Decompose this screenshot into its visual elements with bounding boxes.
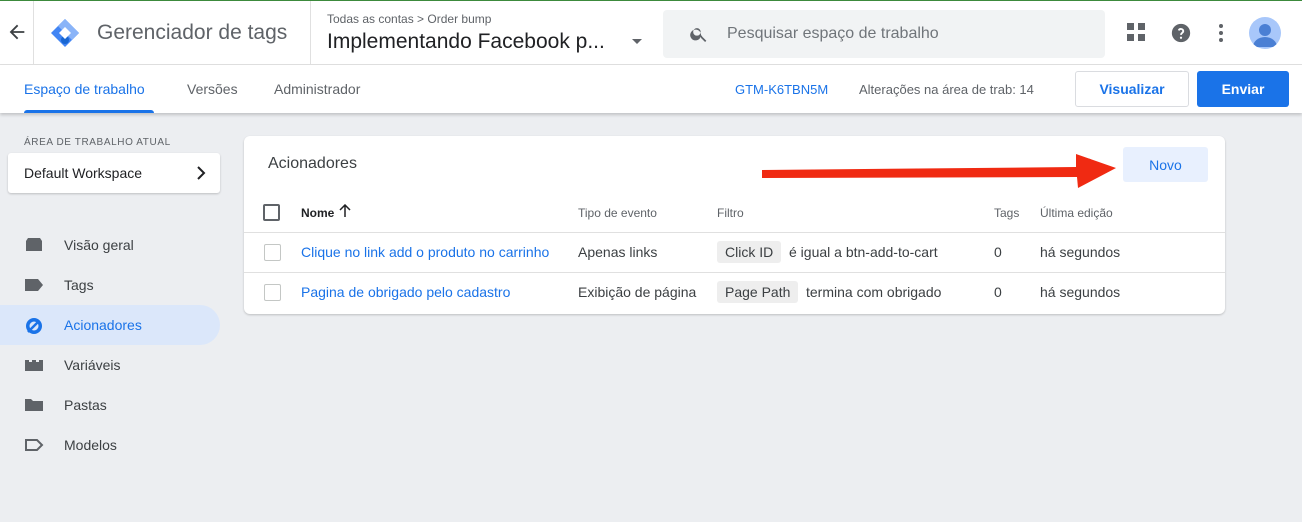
sidebar-item-label: Acionadores [64,317,142,333]
submit-button[interactable]: Enviar [1197,71,1289,107]
chevron-right-icon [194,165,208,181]
overview-icon [24,237,44,253]
current-workspace-label: ÁREA DE TRABALHO ATUAL [24,137,171,148]
search-icon [689,24,709,44]
sidebar-item-folders[interactable]: Pastas [0,385,220,425]
container-id-link[interactable]: GTM-K6TBN5M [735,82,828,97]
event-type: Apenas links [578,244,658,260]
sidebar-item-label: Tags [64,277,94,293]
back-arrow-icon[interactable] [6,21,28,43]
tags-count: 0 [994,284,1002,300]
breadcrumb[interactable]: Todas as contas > Order bump [327,12,491,26]
column-header-last-edited[interactable]: Última edição [1040,206,1113,220]
event-type: Exibição de página [578,284,697,300]
preview-button[interactable]: Visualizar [1075,71,1189,107]
select-all-checkbox[interactable] [263,204,280,221]
apps-grid-icon[interactable] [1127,23,1145,41]
account-avatar[interactable] [1249,17,1281,49]
sidebar-item-label: Pastas [64,397,107,413]
sidebar-item-label: Visão geral [64,237,134,253]
filter-condition: é igual a btn-add-to-cart [789,244,938,260]
app-title: Gerenciador de tags [97,21,288,44]
workspace-selector[interactable]: Default Workspace [8,153,220,193]
search-input[interactable] [727,24,1087,44]
column-header-tags[interactable]: Tags [994,206,1019,220]
top-app-bar: Gerenciador de tags Todas as contas > Or… [0,0,1302,65]
sidebar-item-triggers[interactable]: Acionadores [0,305,220,345]
sidebar-item-templates[interactable]: Modelos [0,425,220,465]
tab-workspace[interactable]: Espaço de trabalho [24,81,145,97]
active-tab-indicator [24,110,154,113]
tag-icon [24,277,44,293]
sidebar-item-overview[interactable]: Visão geral [0,225,220,265]
trigger-icon [24,317,44,334]
row-checkbox[interactable] [264,284,281,301]
annotation-arrow-icon [760,150,1120,194]
divider [244,232,1225,233]
divider [244,272,1225,273]
sidebar-item-tags[interactable]: Tags [0,265,220,305]
dropdown-caret-icon[interactable] [632,39,642,44]
variables-icon [24,357,44,373]
workspace-changes-count: Alterações na área de trab: 14 [859,82,1034,97]
more-vert-icon[interactable] [1216,23,1226,43]
help-icon[interactable] [1170,22,1192,44]
column-header-name[interactable]: Nome [301,206,334,220]
tab-versions[interactable]: Versões [187,81,238,97]
trigger-name-link[interactable]: Clique no link add o produto no carrinho [301,244,549,260]
column-header-event-type[interactable]: Tipo de evento [578,206,657,220]
row-checkbox[interactable] [264,244,281,261]
gtm-logo [50,18,80,48]
column-header-filter[interactable]: Filtro [717,206,744,220]
sidebar-item-label: Variáveis [64,357,121,373]
sidebar-item-label: Modelos [64,437,117,453]
sort-ascending-icon[interactable] [339,203,351,218]
last-edited: há segundos [1040,284,1121,300]
workspace-nav-bar: Espaço de trabalho Versões Administrador… [0,65,1302,113]
tags-count: 0 [994,244,1002,260]
filter-condition: termina com obrigado [806,284,942,300]
search-bar[interactable] [663,10,1105,58]
trigger-name-link[interactable]: Pagina de obrigado pelo cadastro [301,284,510,300]
sidebar-item-variables[interactable]: Variáveis [0,345,220,385]
filter-variable-chip: Click ID [717,241,782,263]
card-title: Acionadores [268,155,357,172]
template-icon [24,437,44,453]
filter-variable-chip: Page Path [717,281,799,303]
new-trigger-button[interactable]: Novo [1123,147,1208,182]
folder-icon [24,397,44,413]
last-edited: há segundos [1040,244,1121,260]
tab-admin[interactable]: Administrador [274,81,360,97]
workspace-name: Default Workspace [24,165,143,181]
container-name[interactable]: Implementando Facebook p... [327,30,605,54]
divider [310,1,311,65]
divider [33,1,34,65]
